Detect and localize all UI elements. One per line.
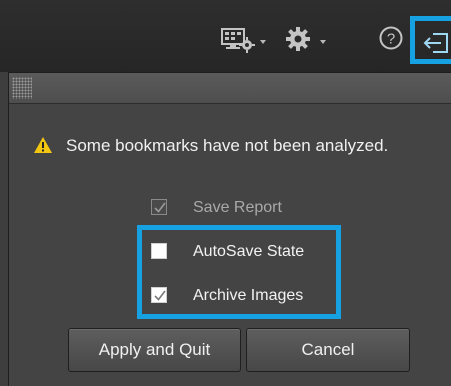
autosave-state-checkbox[interactable] [151,243,167,259]
warning-triangle-icon [33,136,53,154]
save-report-label: Save Report [193,199,282,216]
dialog-titlebar[interactable] [9,73,451,104]
help-icon[interactable]: ? [378,25,404,51]
quit-dialog: Some bookmarks have not been analyzed. S… [8,72,451,386]
apply-and-quit-button[interactable]: Apply and Quit [68,328,241,372]
toolbar: ? [0,0,451,72]
archive-images-checkbox[interactable] [151,287,167,303]
save-report-checkbox [151,199,167,215]
cancel-button[interactable]: Cancel [246,328,410,372]
drag-grip-icon[interactable] [12,77,32,99]
warning-message: Some bookmarks have not been analyzed. [33,135,451,157]
gear-icon[interactable] [285,26,311,52]
exit-icon [423,33,448,53]
chevron-down-icon[interactable] [260,40,266,44]
autosave-state-label[interactable]: AutoSave State [193,241,304,263]
chevron-down-icon[interactable] [320,40,326,44]
warning-text: Some bookmarks have not been analyzed. [66,136,389,155]
exit-button[interactable] [410,16,451,64]
archive-images-label[interactable]: Archive Images [193,285,303,307]
monitor-settings-icon[interactable] [221,27,255,53]
svg-text:?: ? [387,31,395,48]
